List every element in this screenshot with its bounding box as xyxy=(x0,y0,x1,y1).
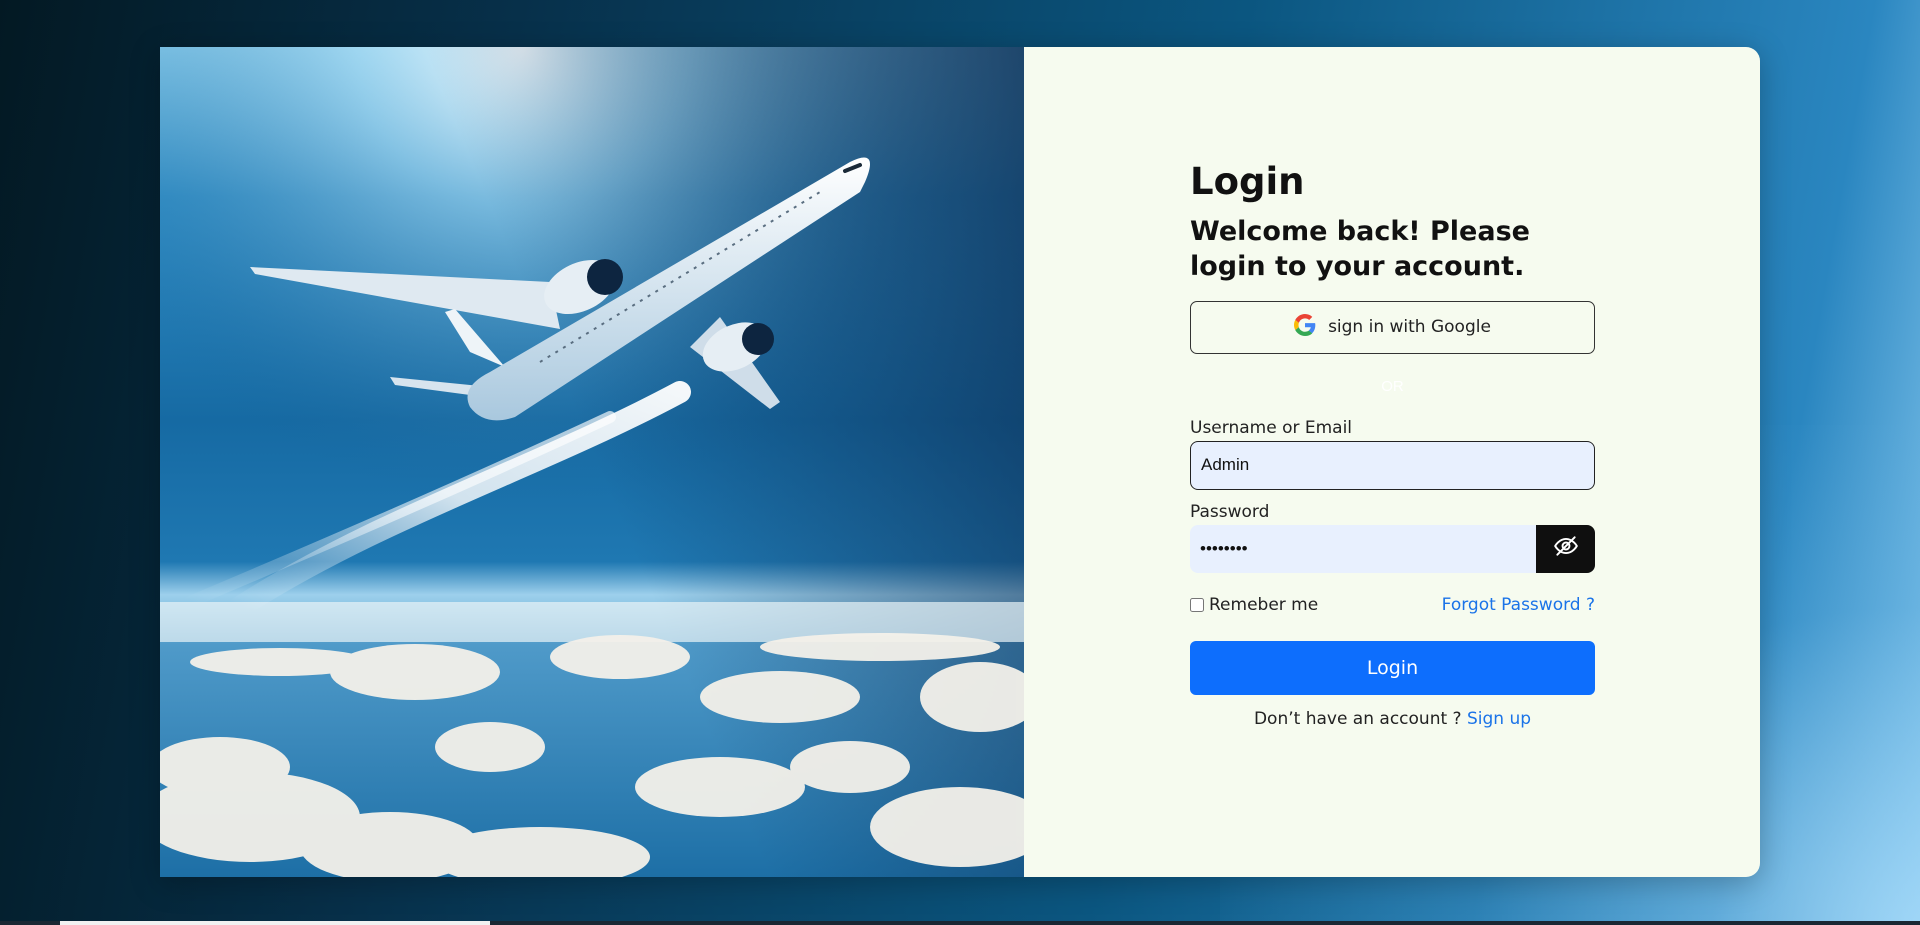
eye-slash-icon xyxy=(1553,533,1579,564)
airplane-illustration xyxy=(160,47,1024,877)
taskbar-strip xyxy=(0,921,1920,925)
hero-airplane-image xyxy=(160,47,1024,877)
password-label: Password xyxy=(1190,501,1270,522)
google-signin-button[interactable]: sign in with Google xyxy=(1190,300,1595,354)
username-input[interactable] xyxy=(1190,440,1595,490)
taskbar-active-segment xyxy=(60,921,490,925)
login-button[interactable]: Login xyxy=(1190,640,1595,695)
signup-prompt: Don’t have an account ? xyxy=(1253,708,1462,729)
login-form-panel: Login Welcome back! Please login to your… xyxy=(1024,47,1760,877)
signup-link[interactable]: Sign up xyxy=(1467,709,1531,729)
login-form: Login Welcome back! Please login to your… xyxy=(1190,160,1595,729)
remember-me[interactable]: Remeber me xyxy=(1190,595,1318,615)
login-card: Login Welcome back! Please login to your… xyxy=(160,47,1760,877)
google-button-label: sign in with Google xyxy=(1328,317,1491,338)
options-row: Remeber me Forgot Password ? xyxy=(1190,595,1595,615)
login-title: Login xyxy=(1190,160,1305,203)
password-input[interactable] xyxy=(1190,524,1536,573)
toggle-password-button[interactable] xyxy=(1536,524,1595,573)
remember-label: Remeber me xyxy=(1209,594,1319,615)
signup-row: Don’t have an account ? Sign up xyxy=(1190,709,1595,729)
google-icon xyxy=(1294,313,1316,341)
forgot-password-link[interactable]: Forgot Password ? xyxy=(1442,595,1595,615)
password-row xyxy=(1190,524,1595,573)
remember-checkbox[interactable] xyxy=(1190,597,1204,612)
username-label: Username or Email xyxy=(1190,417,1353,438)
welcome-subtitle: Welcome back! Please login to your accou… xyxy=(1190,216,1530,283)
or-divider: OR xyxy=(1381,377,1404,395)
